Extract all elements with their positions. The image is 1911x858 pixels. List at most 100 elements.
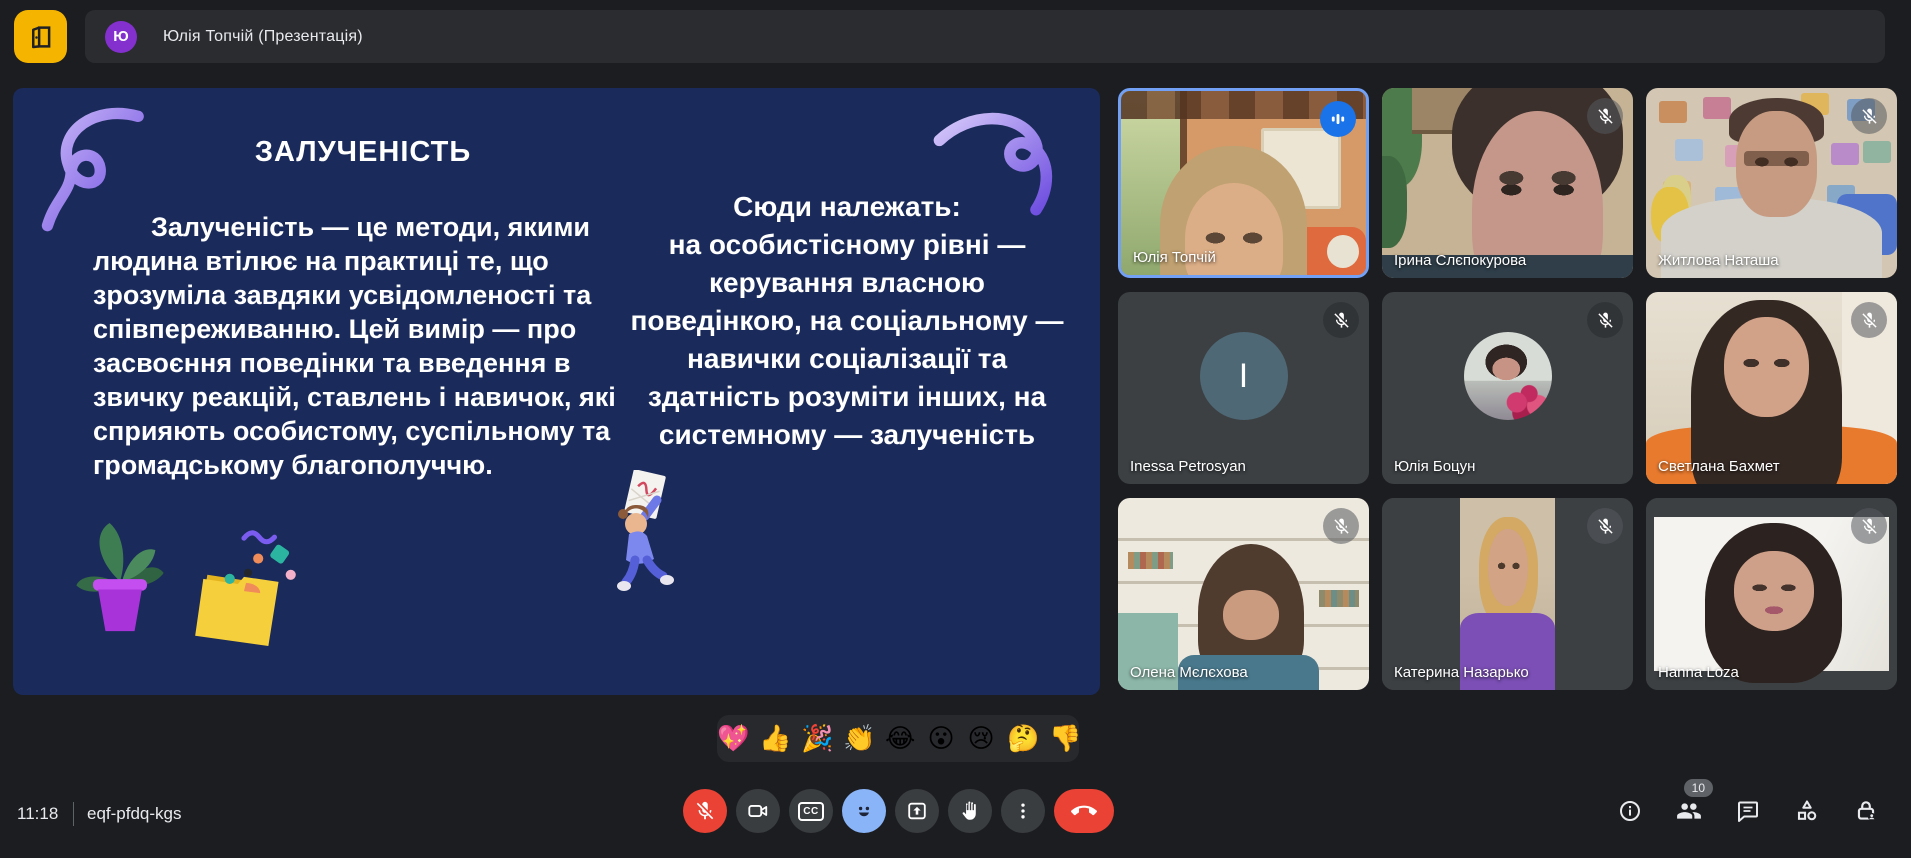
reaction-clapping-hands[interactable]: 👏 xyxy=(843,720,873,758)
raise-hand-button[interactable] xyxy=(948,789,992,833)
participant-name: Житлова Наташа xyxy=(1658,252,1779,269)
meeting-code: eqf-pfdq-kgs xyxy=(87,804,182,824)
host-controls-button[interactable] xyxy=(1842,789,1890,833)
participant-name: Inessa Petrosyan xyxy=(1130,458,1246,475)
reaction-crying[interactable]: 😢 xyxy=(967,720,995,758)
video-tile-inessa-petrosyan[interactable]: I Юлія Боцун Inessa Petrosyan xyxy=(1118,292,1369,484)
captions-icon: CC xyxy=(798,802,824,821)
video-tile-svetlana-bakhmet[interactable]: Светлана Бахмет xyxy=(1646,292,1897,484)
video-tile-olena-mieliekhova[interactable]: Олена Мєлєхова xyxy=(1118,498,1369,690)
scene-shape xyxy=(1654,517,1890,671)
mute-indicator xyxy=(1851,98,1887,134)
slide-title: ЗАЛУЧЕНІСТЬ xyxy=(93,136,633,169)
info-button[interactable] xyxy=(1606,789,1654,833)
audio-level-indicator xyxy=(1320,101,1356,137)
more-options-icon xyxy=(1013,801,1033,821)
info-icon xyxy=(1618,799,1642,823)
mute-indicator xyxy=(1323,302,1359,338)
participant-name: Олена Мєлєхова xyxy=(1130,664,1248,681)
video-tile-zhytlova-natasha[interactable]: Житлова Наташа xyxy=(1646,88,1897,278)
scene-shape xyxy=(1744,151,1809,166)
video-tile-hanna-loza[interactable]: Hanna Loza xyxy=(1646,498,1897,690)
scene-shape xyxy=(1734,551,1814,631)
reaction-sparkling-heart[interactable]: 💖 xyxy=(717,720,747,758)
scene-shape xyxy=(1223,590,1278,640)
mic-off-button[interactable] xyxy=(683,789,727,833)
video-tile-iryna-sliepokurova[interactable]: Ірина Слєпокурова xyxy=(1382,88,1633,278)
divider xyxy=(73,802,74,826)
slide-list-heading: Сюди належать: xyxy=(733,191,961,222)
mute-indicator xyxy=(1587,98,1623,134)
mute-indicator xyxy=(1323,508,1359,544)
participant-name: Светлана Бахмет xyxy=(1658,458,1780,475)
scene-shape xyxy=(1327,235,1359,268)
scene-shape xyxy=(1724,317,1809,417)
captions-button[interactable]: CC xyxy=(789,789,833,833)
scene-shape xyxy=(1659,101,1687,123)
scene-shape xyxy=(1488,529,1528,606)
activities-button[interactable] xyxy=(1783,789,1831,833)
door-icon xyxy=(26,22,56,52)
activities-icon xyxy=(1794,798,1820,824)
reaction-joy[interactable]: 😂 xyxy=(885,720,915,758)
video-tile-yuliia-topchii[interactable]: Юлія Топчій xyxy=(1118,88,1369,278)
end-call-button[interactable] xyxy=(1054,789,1114,833)
reactions-button[interactable] xyxy=(842,789,886,833)
scene-shape xyxy=(1319,590,1359,607)
people-icon xyxy=(1676,798,1702,824)
reaction-thinking[interactable]: 🤔 xyxy=(1007,720,1037,758)
people-button[interactable]: 10 xyxy=(1665,789,1713,833)
slide-definition-term: Залученість xyxy=(151,212,314,242)
slide-definition: Залученість — це методи, якими людина вт… xyxy=(93,210,638,482)
home-button[interactable] xyxy=(14,10,67,63)
raise-hand-icon xyxy=(959,800,981,822)
mic-off-icon xyxy=(1860,517,1879,536)
presentation-slide[interactable]: ЗАЛУЧЕНІСТЬ Залученість — це методи, яки… xyxy=(13,88,1100,695)
participant-name: Катерина Назарько xyxy=(1394,664,1529,681)
mic-off-icon xyxy=(1860,311,1879,330)
mic-off-icon xyxy=(1596,311,1615,330)
presenter-avatar: Ю xyxy=(105,21,137,53)
video-tile-kateryna-nazarko[interactable]: Катерина Назарько xyxy=(1382,498,1633,690)
video-tile-yuliia-botsun[interactable]: Юлія Боцун xyxy=(1382,292,1633,484)
present-button[interactable] xyxy=(895,789,939,833)
call-bar: 11:18 eqf-pfdq-kgs CC xyxy=(0,786,1911,852)
participant-avatar xyxy=(1464,332,1552,420)
mute-indicator xyxy=(1851,302,1887,338)
mic-off-icon xyxy=(694,800,716,822)
mute-indicator xyxy=(1851,508,1887,544)
character-illustration xyxy=(593,470,699,598)
chat-icon xyxy=(1736,799,1760,823)
plant-illustration xyxy=(68,516,172,634)
clock-text: 11:18 xyxy=(17,804,58,824)
participant-name: Ірина Слєпокурова xyxy=(1394,252,1526,269)
participant-avatar: I xyxy=(1200,332,1288,420)
chat-button[interactable] xyxy=(1724,789,1772,833)
mute-indicator xyxy=(1587,508,1623,544)
slide-levels-text: Сюди належать: на особистісному рівні — … xyxy=(621,188,1073,454)
camera-button[interactable] xyxy=(736,789,780,833)
reaction-party-popper[interactable]: 🎉 xyxy=(801,720,831,758)
meet-window: Ю Юлія Топчій (Презентація) ЗАЛУЧЕНІСТЬ … xyxy=(0,0,1911,858)
presentation-banner: Ю Юлія Топчій (Презентація) xyxy=(85,10,1885,63)
reaction-surprised[interactable]: 😮 xyxy=(927,720,955,758)
scene-shape xyxy=(1460,498,1555,690)
audio-level-icon xyxy=(1328,109,1348,129)
reaction-thumbs-down[interactable]: 👎 xyxy=(1049,720,1079,758)
scene-shape xyxy=(1128,552,1173,569)
participant-grid: Юлія Топчій Ірина Слєпокурова xyxy=(1118,88,1897,692)
more-options-button[interactable] xyxy=(1001,789,1045,833)
slide-level1-term: на особистісному рівні xyxy=(669,229,990,260)
call-controls: CC xyxy=(683,789,1114,833)
present-icon xyxy=(906,800,928,822)
participant-name: Юлія Боцун xyxy=(1394,458,1475,475)
presenter-label: Юлія Топчій (Презентація) xyxy=(163,28,363,46)
slide-level3-text: — залученість xyxy=(826,419,1035,450)
mic-off-icon xyxy=(1596,517,1615,536)
end-call-icon xyxy=(1071,798,1097,824)
slide-level2-term: на соціальному xyxy=(810,305,1028,336)
reaction-thumbs-up[interactable]: 👍 xyxy=(759,720,789,758)
mic-off-icon xyxy=(1332,517,1351,536)
participant-name: Hanna Loza xyxy=(1658,664,1739,681)
slide-definition-text: — це методи, якими людина втілює на прак… xyxy=(93,212,616,480)
